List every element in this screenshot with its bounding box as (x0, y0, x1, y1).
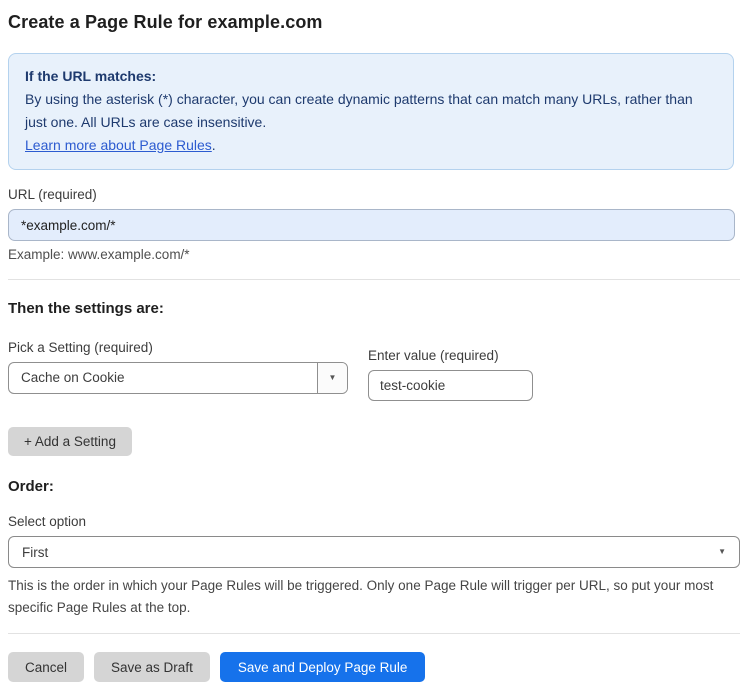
enter-value-column: Enter value (required) (368, 348, 533, 401)
pick-setting-selected-value: Cache on Cookie (21, 370, 125, 385)
setting-value-input[interactable] (368, 370, 533, 401)
url-field-label: URL (required) (8, 187, 97, 202)
section-divider-bottom (8, 633, 740, 634)
info-box-body: By using the asterisk (*) character, you… (25, 91, 693, 130)
setting-row: Pick a Setting (required) Cache on Cooki… (8, 340, 732, 401)
cancel-button[interactable]: Cancel (8, 652, 85, 682)
learn-more-page-rules-link[interactable]: Learn more about Page Rules (25, 137, 212, 153)
enter-value-label: Enter value (required) (368, 348, 499, 363)
settings-section-heading: Then the settings are: (8, 300, 164, 317)
info-box-link-row: Learn more about Page Rules. (25, 134, 717, 157)
section-divider-top (8, 279, 740, 280)
pick-setting-column: Pick a Setting (required) Cache on Cooki… (8, 340, 368, 394)
order-section: Order: Select option First ▼ This is the… (8, 478, 740, 619)
add-setting-button[interactable]: + Add a Setting (8, 427, 132, 456)
save-and-deploy-button[interactable]: Save and Deploy Page Rule (219, 652, 426, 682)
create-page-rule-form: Create a Page Rule for example.com If th… (0, 0, 742, 682)
order-section-heading: Order: (8, 478, 54, 495)
pick-setting-label: Pick a Setting (required) (8, 340, 153, 355)
order-selected-value: First (22, 544, 49, 560)
form-actions: Cancel Save as Draft Save and Deploy Pag… (8, 652, 732, 682)
url-example-helper: Example: www.example.com/* (8, 247, 190, 262)
info-box-heading: If the URL matches: (25, 68, 157, 84)
pick-setting-dropdown[interactable]: Cache on Cookie ▼ (8, 362, 348, 394)
chevron-down-icon: ▼ (718, 547, 726, 556)
chevron-down-icon: ▼ (328, 373, 337, 382)
page-title: Create a Page Rule for example.com (8, 12, 323, 32)
order-select-label: Select option (8, 514, 87, 529)
save-as-draft-button[interactable]: Save as Draft (94, 652, 210, 682)
url-input[interactable] (8, 209, 735, 241)
link-suffix-period: . (211, 137, 216, 153)
pick-setting-dropdown-button[interactable]: ▼ (317, 363, 347, 393)
order-select-dropdown[interactable]: First ▼ (8, 536, 740, 568)
order-helper-text: This is the order in which your Page Rul… (8, 578, 714, 615)
url-match-info-box: If the URL matches: By using the asteris… (8, 53, 734, 170)
